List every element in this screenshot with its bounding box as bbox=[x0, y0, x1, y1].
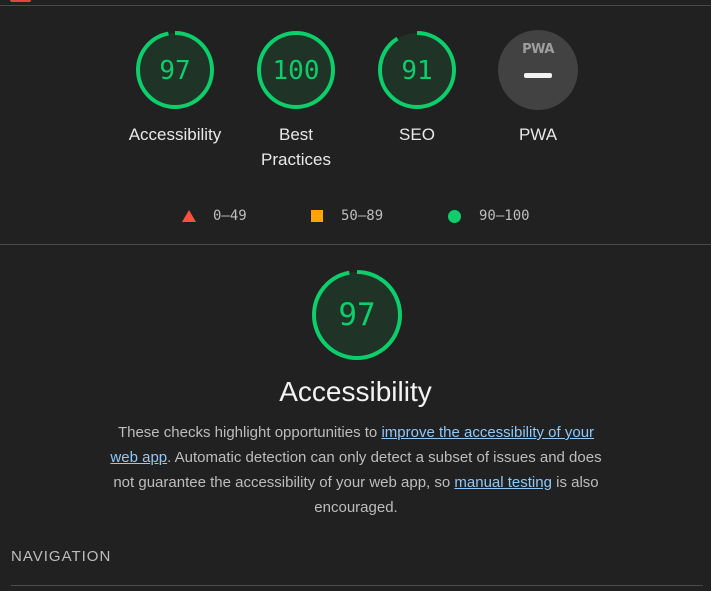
score-legend: 0–49 50–89 90–100 bbox=[0, 206, 711, 226]
gauge-label: SEO bbox=[399, 125, 435, 144]
gauge-ring: 97 bbox=[135, 30, 215, 110]
gauge-best-practices[interactable]: 100 Best Practices bbox=[236, 30, 356, 172]
top-toolbar-edge bbox=[0, 0, 711, 6]
category-score: 97 bbox=[338, 297, 376, 333]
lighthouse-report: 97 Accessibility 100 Best Practices 91 S… bbox=[0, 0, 711, 591]
pwa-badge-text: PWA bbox=[522, 42, 554, 57]
gauge-label: Best Practices bbox=[261, 125, 331, 169]
section-rule bbox=[11, 585, 703, 586]
category-gauge: 97 bbox=[311, 269, 403, 361]
category-description: These checks highlight opportunities to … bbox=[106, 420, 606, 520]
legend-fail-range: 0–49 bbox=[213, 208, 247, 224]
triangle-icon bbox=[182, 210, 196, 222]
manual-testing-link[interactable]: manual testing bbox=[454, 474, 552, 491]
gauge-label: Accessibility bbox=[128, 125, 222, 144]
score-gauges: 97 Accessibility 100 Best Practices 91 S… bbox=[0, 30, 711, 180]
square-icon bbox=[311, 210, 323, 222]
gauge-label: PWA bbox=[518, 125, 558, 144]
section-divider bbox=[0, 244, 711, 245]
pwa-not-applicable-dash bbox=[524, 73, 552, 78]
circle-icon bbox=[448, 210, 461, 223]
gauge-score: 97 bbox=[159, 56, 191, 86]
report-icon-fragment bbox=[10, 0, 31, 2]
gauge-score: 91 bbox=[401, 56, 433, 86]
legend-pass-range: 90–100 bbox=[479, 208, 530, 224]
gauge-ring: 100 bbox=[256, 30, 336, 110]
gauge-seo[interactable]: 91 SEO bbox=[357, 30, 477, 147]
category-title: Accessibility bbox=[279, 376, 432, 407]
navigation-section-heading: NAVIGATION bbox=[11, 548, 112, 565]
legend-average-range: 50–89 bbox=[341, 208, 384, 224]
gauge-pwa[interactable]: PWA PWA bbox=[478, 30, 598, 147]
pwa-badge-icon: PWA bbox=[498, 30, 578, 110]
gauge-score: 100 bbox=[272, 56, 320, 86]
description-text: These checks highlight opportunities to bbox=[117, 424, 382, 441]
gauge-ring: 91 bbox=[377, 30, 457, 110]
gauge-accessibility[interactable]: 97 Accessibility bbox=[115, 30, 235, 147]
